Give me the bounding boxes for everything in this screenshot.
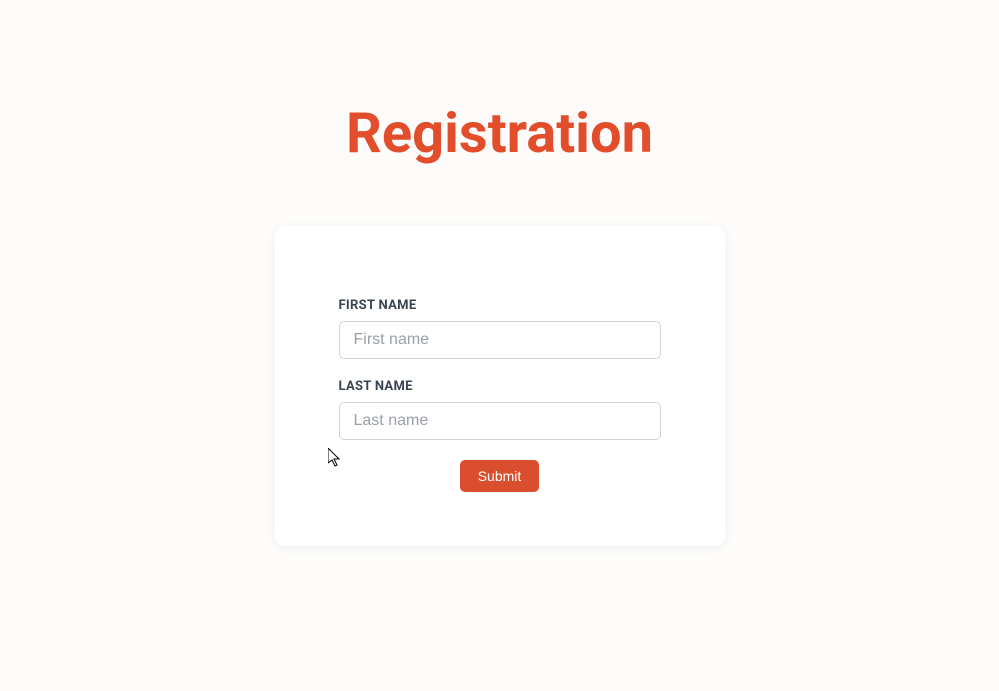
- submit-button[interactable]: Submit: [460, 460, 540, 492]
- last-name-group: LAST NAME: [339, 379, 661, 440]
- registration-card: FIRST NAME LAST NAME Submit: [275, 226, 725, 546]
- first-name-label: FIRST NAME: [339, 298, 661, 313]
- last-name-input[interactable]: [339, 402, 661, 440]
- page-title: Registration: [346, 100, 653, 166]
- first-name-group: FIRST NAME: [339, 298, 661, 359]
- submit-row: Submit: [339, 460, 661, 492]
- last-name-label: LAST NAME: [339, 379, 661, 394]
- first-name-input[interactable]: [339, 321, 661, 359]
- registration-page: Registration FIRST NAME LAST NAME Submit: [0, 0, 999, 546]
